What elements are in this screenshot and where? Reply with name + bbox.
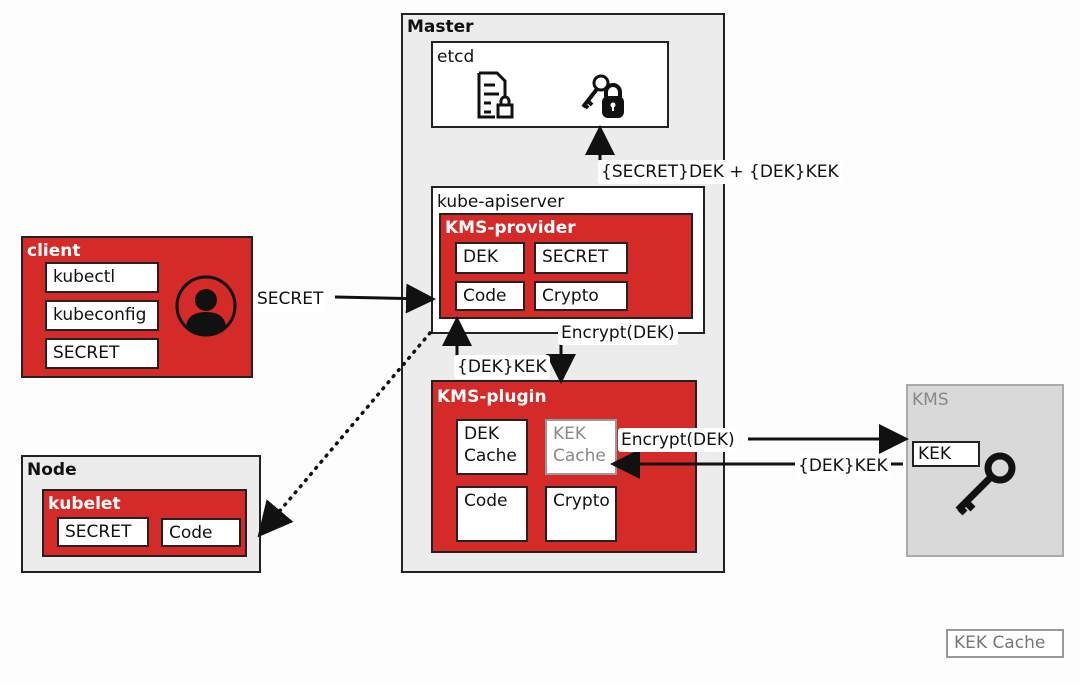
etcd-title: etcd <box>437 47 475 67</box>
kms-encrypt-label: Encrypt(DEK) <box>618 428 738 452</box>
client-kubeconfig: kubeconfig <box>45 300 159 331</box>
user-icon <box>175 275 237 337</box>
kubelet-secret: SECRET <box>57 517 149 547</box>
legend-kek-cache: KEK Cache <box>946 629 1064 658</box>
client-box: client kubectl kubeconfig SECRET <box>21 236 253 378</box>
client-kubectl: kubectl <box>45 262 159 293</box>
client-secret: SECRET <box>45 338 159 369</box>
dek-cache-line2: Cache <box>464 446 517 466</box>
kms-plugin-code: Code <box>456 486 528 542</box>
kms-provider-code: Code <box>455 281 525 311</box>
kms-plugin-box: KMS-plugin DEK Cache KEK Cache Code Cryp… <box>431 380 697 553</box>
kms-provider-dek: DEK <box>455 242 525 274</box>
etcd-arrow-label: {SECRET}DEK + {DEK}KEK <box>598 160 842 184</box>
encrypted-document-icon <box>477 71 514 119</box>
kms-provider-box: KMS-provider DEK SECRET Code Crypto <box>439 213 693 319</box>
client-arrow-label: SECRET <box>254 287 327 311</box>
kek-cache: KEK Cache <box>545 419 617 475</box>
kms-provider-crypto: Crypto <box>534 281 628 311</box>
kubelet-box: kubelet SECRET Code <box>42 489 247 557</box>
client-title: client <box>27 241 81 261</box>
kms-box: KMS KEK <box>906 384 1064 557</box>
node-title: Node <box>27 460 77 480</box>
kms-return-label: {DEK}KEK <box>795 454 891 478</box>
etcd-box: etcd <box>431 41 669 128</box>
key-lock-icon <box>581 74 624 118</box>
dek-cache: DEK Cache <box>456 419 528 475</box>
kubelet-code: Code <box>161 518 241 547</box>
kube-apiserver-title: kube-apiserver <box>437 192 565 212</box>
kms-provider-title: KMS-provider <box>445 218 576 238</box>
dek-kek-label: {DEK}KEK <box>454 355 550 379</box>
kms-title: KMS <box>912 390 949 410</box>
key-icon <box>955 452 1016 516</box>
kms-plugin-crypto: Crypto <box>545 486 617 542</box>
kek-cache-line1: KEK <box>553 424 587 444</box>
encrypt-dek-label: Encrypt(DEK) <box>558 321 678 345</box>
master-title: Master <box>407 17 474 37</box>
kek-cache-line2: Cache <box>553 446 606 466</box>
kubelet-title: kubelet <box>48 494 121 514</box>
kms-plugin-title: KMS-plugin <box>437 387 547 407</box>
kms-provider-secret: SECRET <box>534 242 628 274</box>
dek-cache-line1: DEK <box>464 424 499 444</box>
